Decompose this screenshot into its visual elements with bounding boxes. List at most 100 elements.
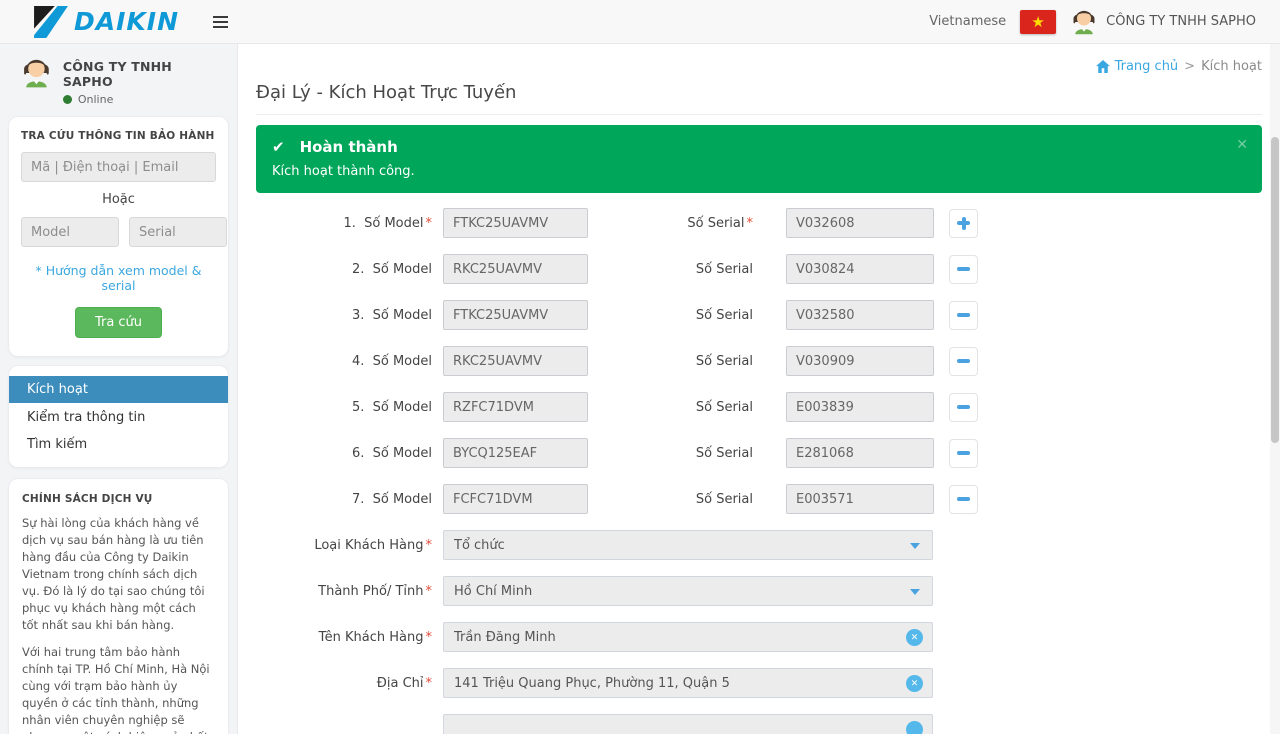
header-user-menu[interactable]: CÔNG TY TNHH SAPHO bbox=[1070, 8, 1256, 36]
sidebar-item-search[interactable]: Tìm kiếm bbox=[9, 432, 228, 457]
sidebar-item-check-info[interactable]: Kiểm tra thông tin bbox=[9, 405, 228, 430]
customer-type-label: Loại Khách Hàng* bbox=[256, 538, 432, 553]
header-user-name: CÔNG TY TNHH SAPHO bbox=[1106, 14, 1256, 29]
product-row: 3. Số Model Số Serial bbox=[256, 300, 1262, 330]
sidebar: CÔNG TY TNHH SAPHO Online TRA CỨU THÔNG … bbox=[0, 44, 238, 734]
scrollbar-thumb[interactable] bbox=[1271, 137, 1279, 443]
model-input[interactable] bbox=[443, 208, 588, 238]
brand-text: DAIKIN bbox=[74, 7, 179, 36]
success-alert: ✔ Hoàn thành Kích hoạt thành công. ✕ bbox=[256, 125, 1262, 193]
service-policy-panel: CHÍNH SÁCH DỊCH VỤ Sự hài lòng của khách… bbox=[8, 478, 229, 734]
sidebar-menu: Kích hoạt Kiểm tra thông tin Tìm kiếm bbox=[8, 365, 229, 468]
model-label: 6. Số Model bbox=[256, 446, 432, 461]
model-input[interactable] bbox=[443, 254, 588, 284]
lookup-search-button[interactable]: Tra cứu bbox=[75, 307, 162, 338]
minus-icon bbox=[957, 497, 970, 501]
customer-name-input[interactable]: Trần Đăng Minh ✕ bbox=[443, 622, 933, 652]
city-row: Thành Phố/ Tỉnh* Hồ Chí Minh bbox=[256, 576, 1262, 606]
city-select[interactable]: Hồ Chí Minh bbox=[443, 576, 933, 606]
serial-input[interactable] bbox=[786, 254, 934, 284]
remove-row-button[interactable] bbox=[949, 485, 978, 514]
remove-row-button[interactable] bbox=[949, 301, 978, 330]
serial-input[interactable] bbox=[786, 208, 934, 238]
add-row-button[interactable] bbox=[949, 209, 978, 238]
daikin-logo[interactable]: DAIKIN bbox=[34, 6, 179, 38]
city-label: Thành Phố/ Tỉnh* bbox=[256, 584, 432, 599]
model-input[interactable] bbox=[443, 346, 588, 376]
serial-input[interactable] bbox=[786, 392, 934, 422]
minus-icon bbox=[957, 359, 970, 363]
online-status-dot bbox=[63, 95, 72, 104]
sidebar-user-name: CÔNG TY TNHH SAPHO bbox=[63, 59, 221, 89]
caret-down-icon bbox=[910, 543, 920, 549]
plus-icon bbox=[962, 217, 966, 230]
lookup-code-input[interactable] bbox=[21, 152, 216, 182]
online-status-label: Online bbox=[78, 93, 113, 106]
product-row: 2. Số Model Số Serial bbox=[256, 254, 1262, 284]
hamburger-menu-icon[interactable] bbox=[209, 12, 232, 32]
product-row: 4. Số Model Số Serial bbox=[256, 346, 1262, 376]
product-row: 7. Số Model Số Serial bbox=[256, 484, 1262, 514]
minus-icon bbox=[957, 451, 970, 455]
model-label: 2. Số Model bbox=[256, 262, 432, 277]
model-input[interactable] bbox=[443, 392, 588, 422]
customer-type-row: Loại Khách Hàng* Tổ chức bbox=[256, 530, 1262, 560]
serial-label: Số Serial bbox=[588, 400, 786, 415]
model-input[interactable] bbox=[443, 484, 588, 514]
daikin-logo-mark-icon bbox=[34, 6, 68, 38]
model-label: 1. Số Model* bbox=[256, 216, 432, 231]
vietnam-flag-icon[interactable]: ★ bbox=[1020, 10, 1056, 34]
serial-label: Số Serial bbox=[588, 446, 786, 461]
model-serial-guide-link[interactable]: * Hướng dẫn xem model & serial bbox=[21, 263, 216, 293]
serial-label: Số Serial bbox=[588, 308, 786, 323]
product-row: 1. Số Model* Số Serial* bbox=[256, 208, 1262, 238]
home-icon bbox=[1096, 60, 1110, 73]
breadcrumb-home-link[interactable]: Trang chủ bbox=[1096, 59, 1179, 74]
clear-icon[interactable] bbox=[906, 721, 923, 734]
serial-input[interactable] bbox=[786, 300, 934, 330]
minus-icon bbox=[957, 405, 970, 409]
policy-title: CHÍNH SÁCH DỊCH VỤ bbox=[22, 493, 215, 505]
serial-label: Số Serial bbox=[588, 492, 786, 507]
customer-name-label: Tên Khách Hàng* bbox=[256, 630, 432, 645]
serial-input[interactable] bbox=[786, 438, 934, 468]
close-icon[interactable]: ✕ bbox=[1236, 137, 1248, 153]
next-field-input[interactable] bbox=[443, 714, 933, 734]
serial-label: Số Serial bbox=[588, 354, 786, 369]
sidebar-avatar-icon bbox=[20, 56, 53, 90]
user-avatar-icon bbox=[1070, 8, 1098, 36]
main-content: Trang chủ > Kích hoạt Đại Lý - Kích Hoạt… bbox=[238, 44, 1280, 734]
lookup-panel-title: TRA CỨU THÔNG TIN BẢO HÀNH bbox=[21, 130, 216, 142]
serial-label: Số Serial* bbox=[588, 216, 786, 231]
activation-form: 1. Số Model* Số Serial* 2. Số Model Số S… bbox=[256, 208, 1262, 734]
model-label: 3. Số Model bbox=[256, 308, 432, 323]
clear-icon[interactable]: ✕ bbox=[906, 629, 923, 646]
model-label: 7. Số Model bbox=[256, 492, 432, 507]
breadcrumb: Trang chủ > Kích hoạt bbox=[256, 44, 1262, 74]
serial-input[interactable] bbox=[786, 484, 934, 514]
address-label: Địa Chỉ* bbox=[256, 676, 432, 691]
clear-icon[interactable]: ✕ bbox=[906, 675, 923, 692]
sidebar-user-panel: CÔNG TY TNHH SAPHO Online bbox=[8, 54, 229, 116]
or-label: Hoặc bbox=[21, 192, 216, 207]
remove-row-button[interactable] bbox=[949, 393, 978, 422]
customer-type-select[interactable]: Tổ chức bbox=[443, 530, 933, 560]
serial-input[interactable] bbox=[786, 346, 934, 376]
remove-row-button[interactable] bbox=[949, 347, 978, 376]
model-input[interactable] bbox=[443, 438, 588, 468]
lookup-serial-input[interactable] bbox=[129, 217, 227, 247]
customer-name-row: Tên Khách Hàng* Trần Đăng Minh ✕ bbox=[256, 622, 1262, 652]
model-input[interactable] bbox=[443, 300, 588, 330]
remove-row-button[interactable] bbox=[949, 439, 978, 468]
vertical-scrollbar[interactable] bbox=[1270, 44, 1280, 734]
warranty-lookup-panel: TRA CỨU THÔNG TIN BẢO HÀNH Hoặc * Hướng … bbox=[8, 116, 229, 357]
remove-row-button[interactable] bbox=[949, 255, 978, 284]
check-icon: ✔ bbox=[272, 138, 285, 156]
alert-title: Hoàn thành bbox=[300, 138, 398, 156]
minus-icon bbox=[957, 267, 970, 271]
policy-paragraph: Sự hài lòng của khách hàng về dịch vụ sa… bbox=[22, 515, 215, 634]
sidebar-item-activate[interactable]: Kích hoạt bbox=[9, 376, 228, 403]
address-input[interactable]: 141 Triệu Quang Phục, Phường 11, Quận 5 … bbox=[443, 668, 933, 698]
model-label: 5. Số Model bbox=[256, 400, 432, 415]
lookup-model-input[interactable] bbox=[21, 217, 119, 247]
